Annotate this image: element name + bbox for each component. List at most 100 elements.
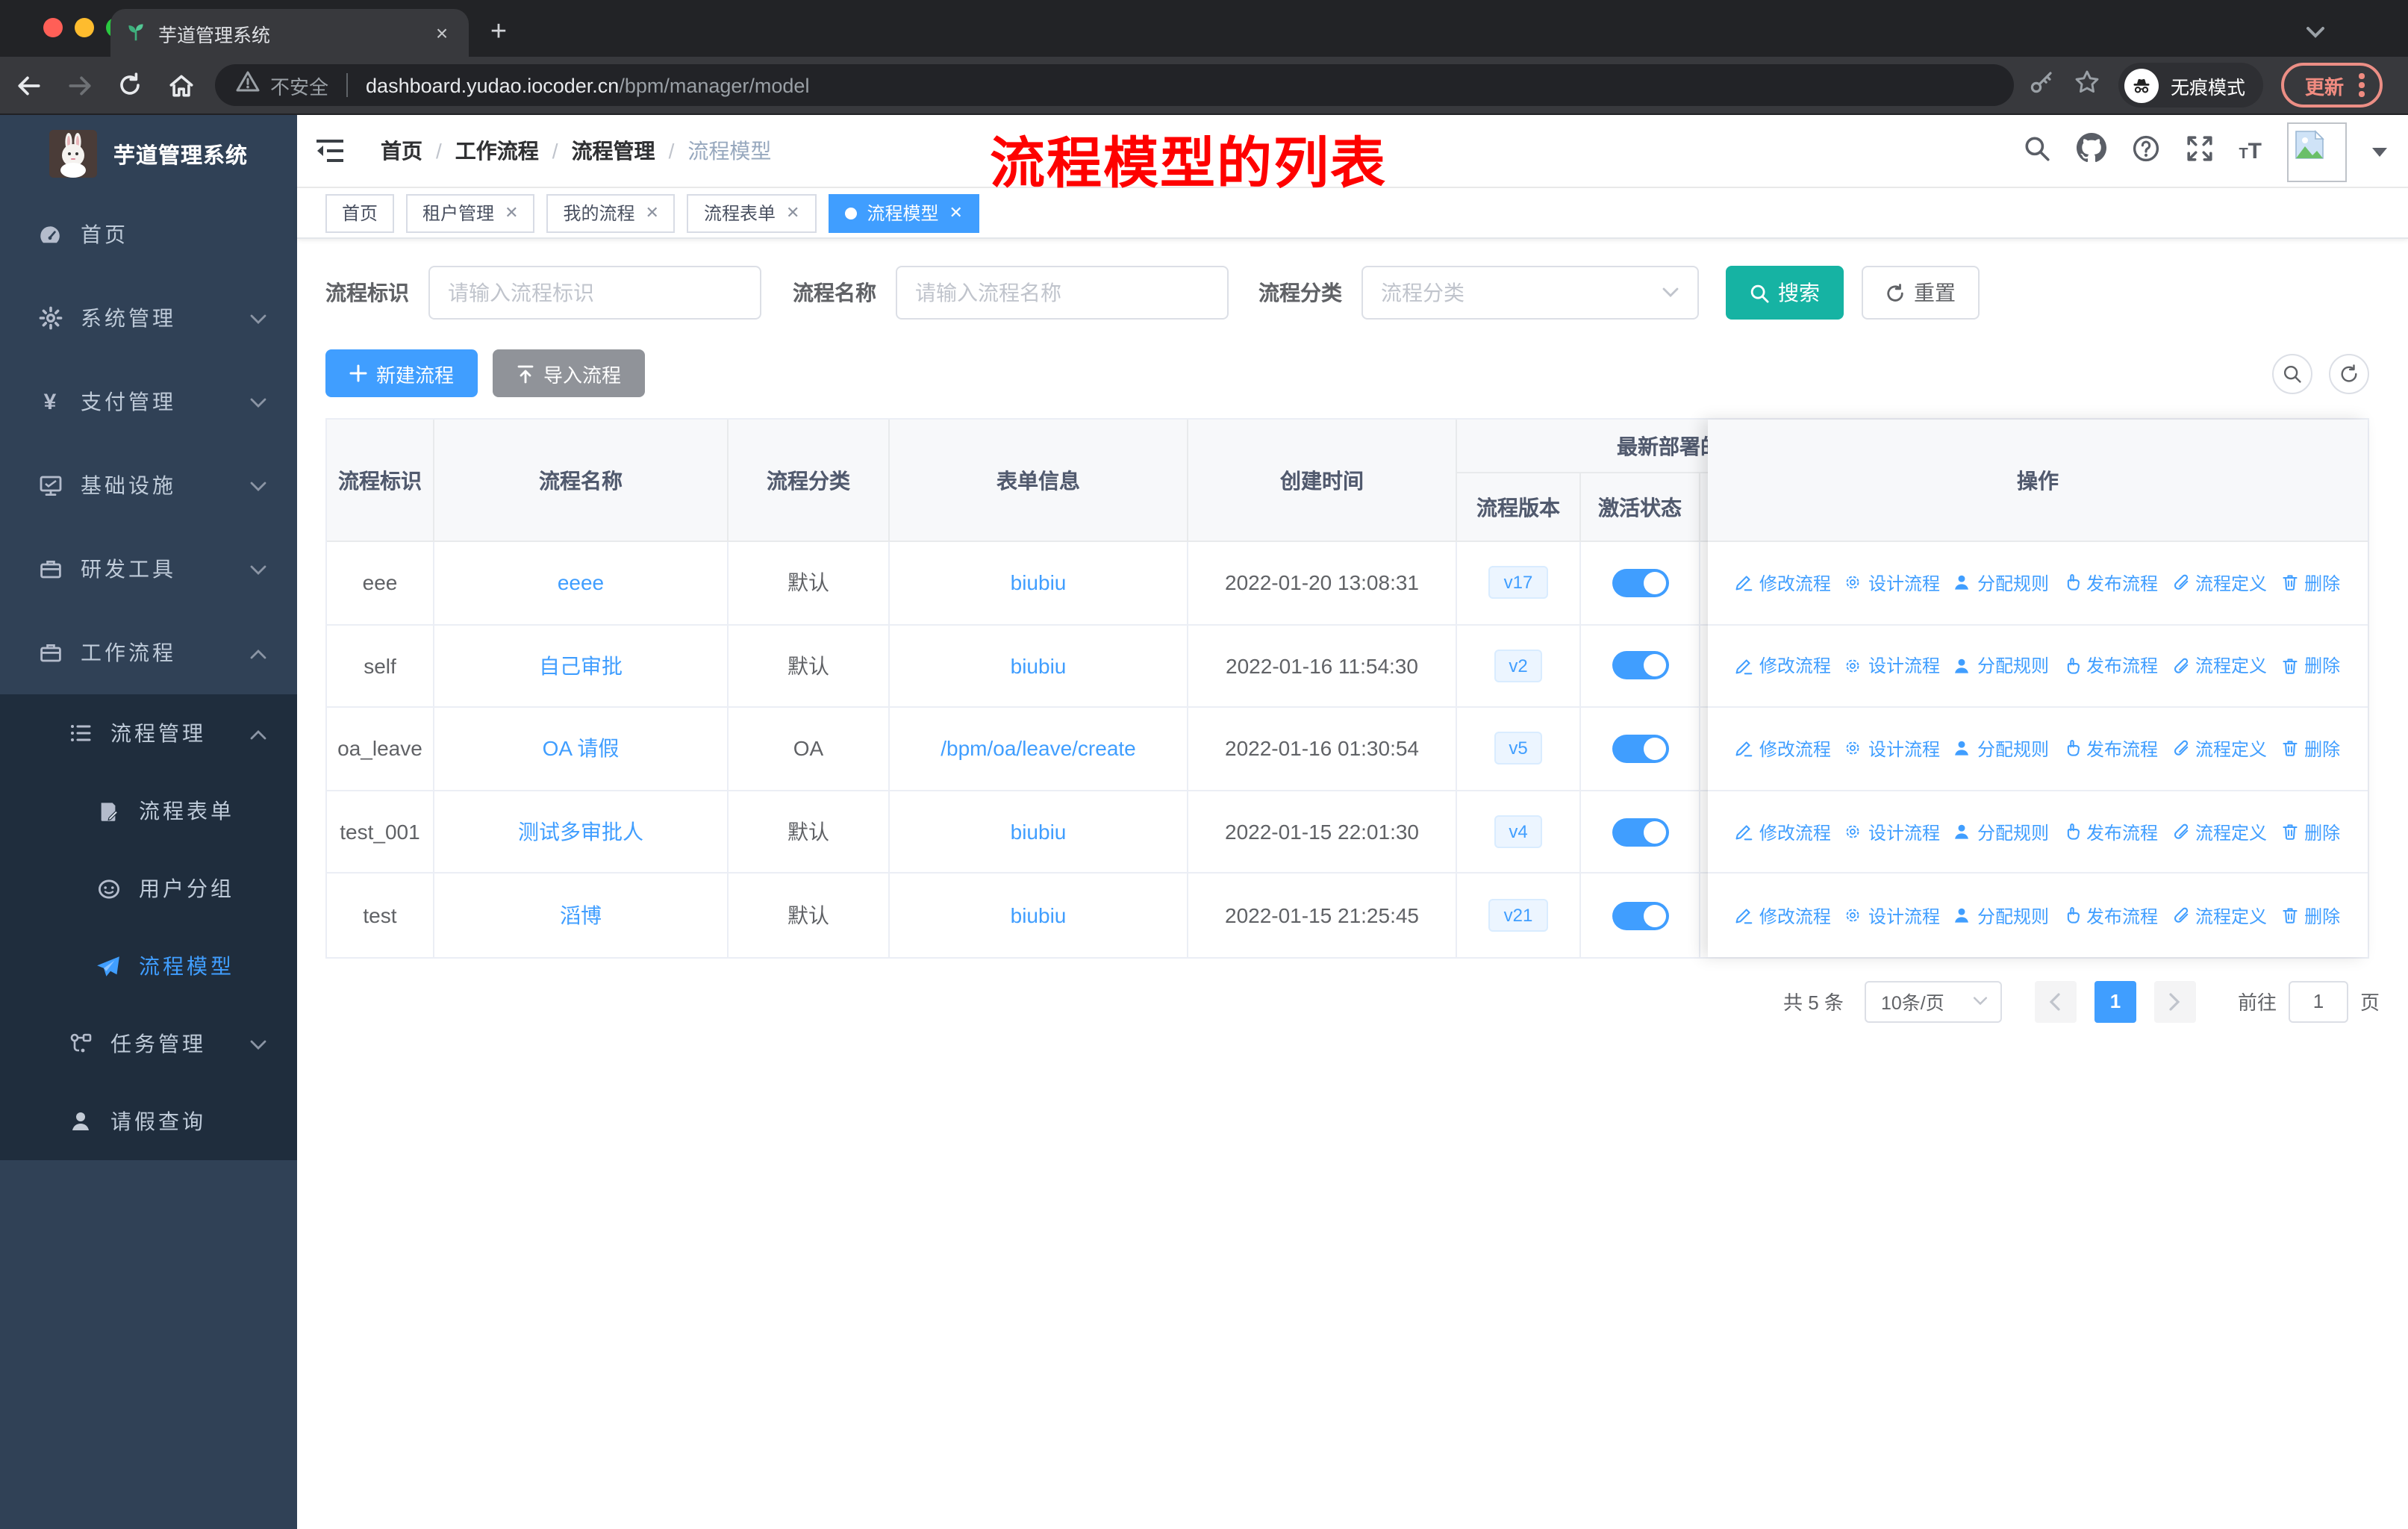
sidebar-item-workflow[interactable]: 工作流程 [0, 611, 297, 694]
process-name-link[interactable]: 测试多审批人 [518, 817, 643, 847]
github-icon[interactable] [2076, 133, 2106, 170]
sidebar-item-leave-query[interactable]: 请假查询 [0, 1083, 297, 1160]
form-info-link[interactable]: biubiu [1011, 820, 1067, 844]
publish-process-link[interactable]: 发布流程 [2062, 708, 2158, 789]
tag-process-form[interactable]: 流程表单 ✕ [687, 193, 817, 232]
design-process-link[interactable]: 设计流程 [1844, 625, 1940, 706]
assign-rule-link[interactable]: 分配规则 [1953, 874, 2049, 957]
back-icon[interactable] [6, 63, 51, 108]
key-icon[interactable] [2029, 68, 2056, 102]
sidebar-item-user-group[interactable]: 用户分组 [0, 850, 297, 927]
form-info-link[interactable]: biubiu [1011, 571, 1067, 595]
assign-rule-link[interactable]: 分配规则 [1953, 791, 2049, 873]
tag-home[interactable]: 首页 [325, 193, 395, 232]
design-process-link[interactable]: 设计流程 [1844, 542, 1940, 623]
fullscreen-icon[interactable] [2185, 134, 2213, 169]
tag-close-icon[interactable]: ✕ [786, 203, 799, 222]
delete-link[interactable]: 删除 [2280, 791, 2340, 873]
sidebar-item-devtools[interactable]: 研发工具 [0, 527, 297, 611]
refresh-table-button[interactable] [2329, 353, 2369, 393]
sidebar-item-process-management[interactable]: 流程管理 [0, 694, 297, 772]
breadcrumb-workflow[interactable]: 工作流程 [455, 136, 539, 166]
publish-process-link[interactable]: 发布流程 [2062, 542, 2158, 623]
delete-link[interactable]: 删除 [2280, 708, 2340, 789]
publish-process-link[interactable]: 发布流程 [2062, 791, 2158, 873]
page-size-select[interactable]: 10条/页 [1864, 980, 2002, 1023]
prev-page-button[interactable] [2034, 980, 2077, 1023]
edit-process-link[interactable]: 修改流程 [1735, 625, 1831, 706]
design-process-link[interactable]: 设计流程 [1844, 791, 1940, 873]
tag-close-icon[interactable]: ✕ [949, 203, 962, 222]
delete-link[interactable]: 删除 [2280, 625, 2340, 706]
sidebar-item-payment[interactable]: ¥ 支付管理 [0, 360, 297, 443]
active-toggle[interactable] [1612, 734, 1668, 763]
process-name-link[interactable]: 滔博 [560, 900, 602, 930]
active-toggle[interactable] [1612, 651, 1668, 680]
edit-process-link[interactable]: 修改流程 [1735, 708, 1831, 789]
publish-process-link[interactable]: 发布流程 [2062, 625, 2158, 706]
design-process-link[interactable]: 设计流程 [1844, 708, 1940, 789]
sidebar-logo[interactable]: 芋道管理系统 [0, 115, 297, 193]
import-process-button[interactable]: 导入流程 [493, 349, 646, 397]
search-button[interactable]: 搜索 [1726, 266, 1844, 320]
home-icon[interactable] [158, 63, 203, 108]
new-tab-button[interactable]: + [481, 15, 517, 51]
active-toggle[interactable] [1612, 818, 1668, 847]
version-badge[interactable]: v2 [1494, 649, 1543, 682]
sidebar-item-infrastructure[interactable]: 基础设施 [0, 443, 297, 527]
sidebar-item-process-model[interactable]: 流程模型 [0, 927, 297, 1005]
create-process-button[interactable]: 新建流程 [325, 349, 478, 397]
tag-close-icon[interactable]: ✕ [646, 203, 659, 222]
show-search-toggle-button[interactable] [2272, 353, 2312, 393]
forward-icon[interactable] [57, 63, 102, 108]
breadcrumb-process-mgmt[interactable]: 流程管理 [572, 136, 655, 166]
sidebar-item-system[interactable]: 系统管理 [0, 276, 297, 360]
collapse-sidebar-icon[interactable] [315, 137, 348, 164]
process-definition-link[interactable]: 流程定义 [2171, 708, 2267, 789]
update-button[interactable]: 更新 [2281, 63, 2383, 108]
version-badge[interactable]: v4 [1494, 815, 1543, 849]
next-page-button[interactable] [2153, 980, 2196, 1023]
version-badge[interactable]: v5 [1494, 732, 1543, 765]
version-badge[interactable]: v21 [1488, 899, 1548, 932]
address-bar[interactable]: 不安全 dashboard.yudao.iocoder.cn/bpm/manag… [215, 64, 2014, 106]
avatar[interactable] [2287, 122, 2347, 181]
goto-page-input[interactable] [2288, 980, 2348, 1023]
avatar-caret-icon[interactable] [2372, 147, 2387, 156]
browser-menu-icon[interactable] [2359, 73, 2365, 97]
process-definition-link[interactable]: 流程定义 [2171, 542, 2267, 623]
tag-process-model[interactable]: 流程模型 ✕ [828, 193, 979, 232]
process-name-link[interactable]: eeee [558, 571, 604, 595]
font-size-icon[interactable]: TT [2239, 139, 2262, 164]
category-select[interactable]: 流程分类 [1361, 266, 1699, 320]
current-page-button[interactable]: 1 [2094, 980, 2136, 1023]
form-info-link[interactable]: /bpm/oa/leave/create [941, 737, 1136, 761]
search-icon[interactable] [2022, 134, 2050, 169]
not-secure-warning-icon[interactable] [236, 70, 260, 100]
delete-link[interactable]: 删除 [2280, 542, 2340, 623]
design-process-link[interactable]: 设计流程 [1844, 874, 1940, 957]
publish-process-link[interactable]: 发布流程 [2062, 874, 2158, 957]
active-toggle[interactable] [1612, 901, 1668, 930]
assign-rule-link[interactable]: 分配规则 [1953, 625, 2049, 706]
tag-my-process[interactable]: 我的流程 ✕ [546, 193, 676, 232]
assign-rule-link[interactable]: 分配规则 [1953, 542, 2049, 623]
help-icon[interactable] [2131, 134, 2159, 169]
process-name-link[interactable]: 自己审批 [539, 651, 623, 681]
process-definition-link[interactable]: 流程定义 [2171, 791, 2267, 873]
active-toggle[interactable] [1612, 568, 1668, 597]
sidebar-item-task-management[interactable]: 任务管理 [0, 1005, 297, 1083]
delete-link[interactable]: 删除 [2280, 874, 2340, 957]
process-key-input[interactable] [428, 266, 761, 320]
tag-close-icon[interactable]: ✕ [505, 203, 518, 222]
sidebar-item-home[interactable]: 首页 [0, 193, 297, 276]
assign-rule-link[interactable]: 分配规则 [1953, 708, 2049, 789]
process-name-link[interactable]: OA 请假 [543, 734, 620, 764]
reload-icon[interactable] [107, 63, 152, 108]
bookmark-star-icon[interactable] [2074, 68, 2100, 102]
edit-process-link[interactable]: 修改流程 [1735, 874, 1831, 957]
tab-search-chevron-icon[interactable] [2305, 21, 2326, 48]
browser-tab[interactable]: 芋道管理系统 × [110, 9, 469, 57]
process-name-input[interactable] [896, 266, 1229, 320]
reset-button[interactable]: 重置 [1862, 266, 1980, 320]
